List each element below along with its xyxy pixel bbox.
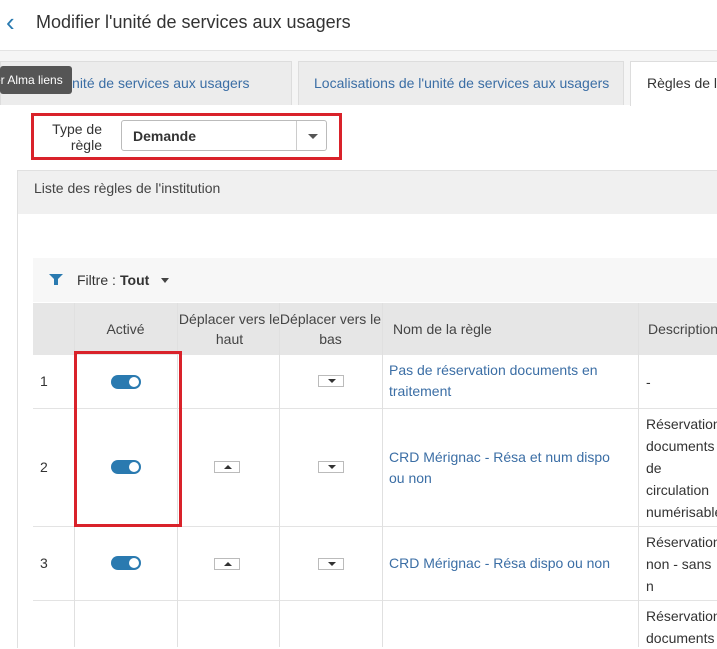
column-divider: [382, 303, 383, 647]
tooltip: er Alma liens: [0, 66, 72, 94]
page-header: ‹ Modifier l'unité de services aux usage…: [0, 0, 717, 51]
chevron-left-icon[interactable]: ‹: [6, 9, 22, 35]
filter-icon[interactable]: [49, 274, 63, 285]
column-divider: [279, 303, 280, 647]
column-divider: [638, 303, 639, 647]
row-number: 3: [40, 555, 48, 571]
rule-type-label: Type de règle: [52, 121, 102, 153]
col-move-up: Déplacer vers le haut: [178, 311, 281, 347]
filter-label: Filtre :: [77, 272, 116, 288]
rule-name-link[interactable]: Pas de réservation documents en traiteme…: [389, 360, 629, 402]
table-row: 3 CRD Mérignac - Résa dispo ou non Réser…: [33, 527, 717, 601]
table-row: Réservation documents: [33, 601, 717, 647]
highlight-box-active-column: [74, 351, 182, 527]
rule-name-link[interactable]: CRD Mérignac - Résa dispo ou non: [389, 553, 629, 574]
rule-type-select[interactable]: Demande: [121, 120, 327, 151]
select-divider: [296, 121, 297, 150]
page-title: Modifier l'unité de services aux usagers: [36, 12, 351, 32]
rule-name-link[interactable]: CRD Mérignac - Résa et num dispo ou non: [389, 447, 629, 489]
tab-label: Localisations de l'unité de services aux…: [314, 75, 610, 91]
tab-label: Règles de l': [647, 75, 717, 91]
row-number: 1: [40, 373, 48, 389]
filter-value[interactable]: Tout: [120, 272, 149, 288]
move-down-button[interactable]: [318, 558, 344, 570]
move-up-button[interactable]: [214, 558, 240, 570]
col-active[interactable]: Activé: [73, 303, 178, 355]
tabs-bar: de l'unité de services aux usagers Local…: [0, 51, 717, 106]
col-description[interactable]: Description: [648, 303, 717, 355]
chevron-down-icon[interactable]: [161, 278, 169, 283]
tab-locations[interactable]: Localisations de l'unité de services aux…: [298, 61, 624, 105]
row-number: 2: [40, 459, 48, 475]
move-up-button[interactable]: [214, 461, 240, 473]
filter-bar: Filtre : Tout: [33, 258, 717, 302]
section-title: Liste des règles de l'institution: [34, 180, 221, 196]
col-move-down: Déplacer vers le bas: [279, 311, 382, 347]
active-toggle[interactable]: [111, 556, 141, 570]
rule-description: Réservation non - sans n bibliothèque: [646, 534, 717, 594]
chevron-down-icon: [308, 134, 318, 139]
rule-description: Réservation documents: [646, 608, 717, 646]
table-header: Activé Déplacer vers le haut Déplacer ve…: [33, 303, 717, 355]
rule-type-value: Demande: [133, 128, 197, 144]
move-down-button[interactable]: [318, 461, 344, 473]
tab-rules[interactable]: Règles de l': [630, 61, 717, 106]
section-header: Liste des règles de l'institution: [18, 171, 717, 214]
rule-description: -: [646, 374, 651, 390]
move-down-button[interactable]: [318, 375, 344, 387]
col-rule-name[interactable]: Nom de la règle: [393, 303, 633, 355]
rule-description: Réservation documents de circulation num…: [646, 416, 717, 520]
